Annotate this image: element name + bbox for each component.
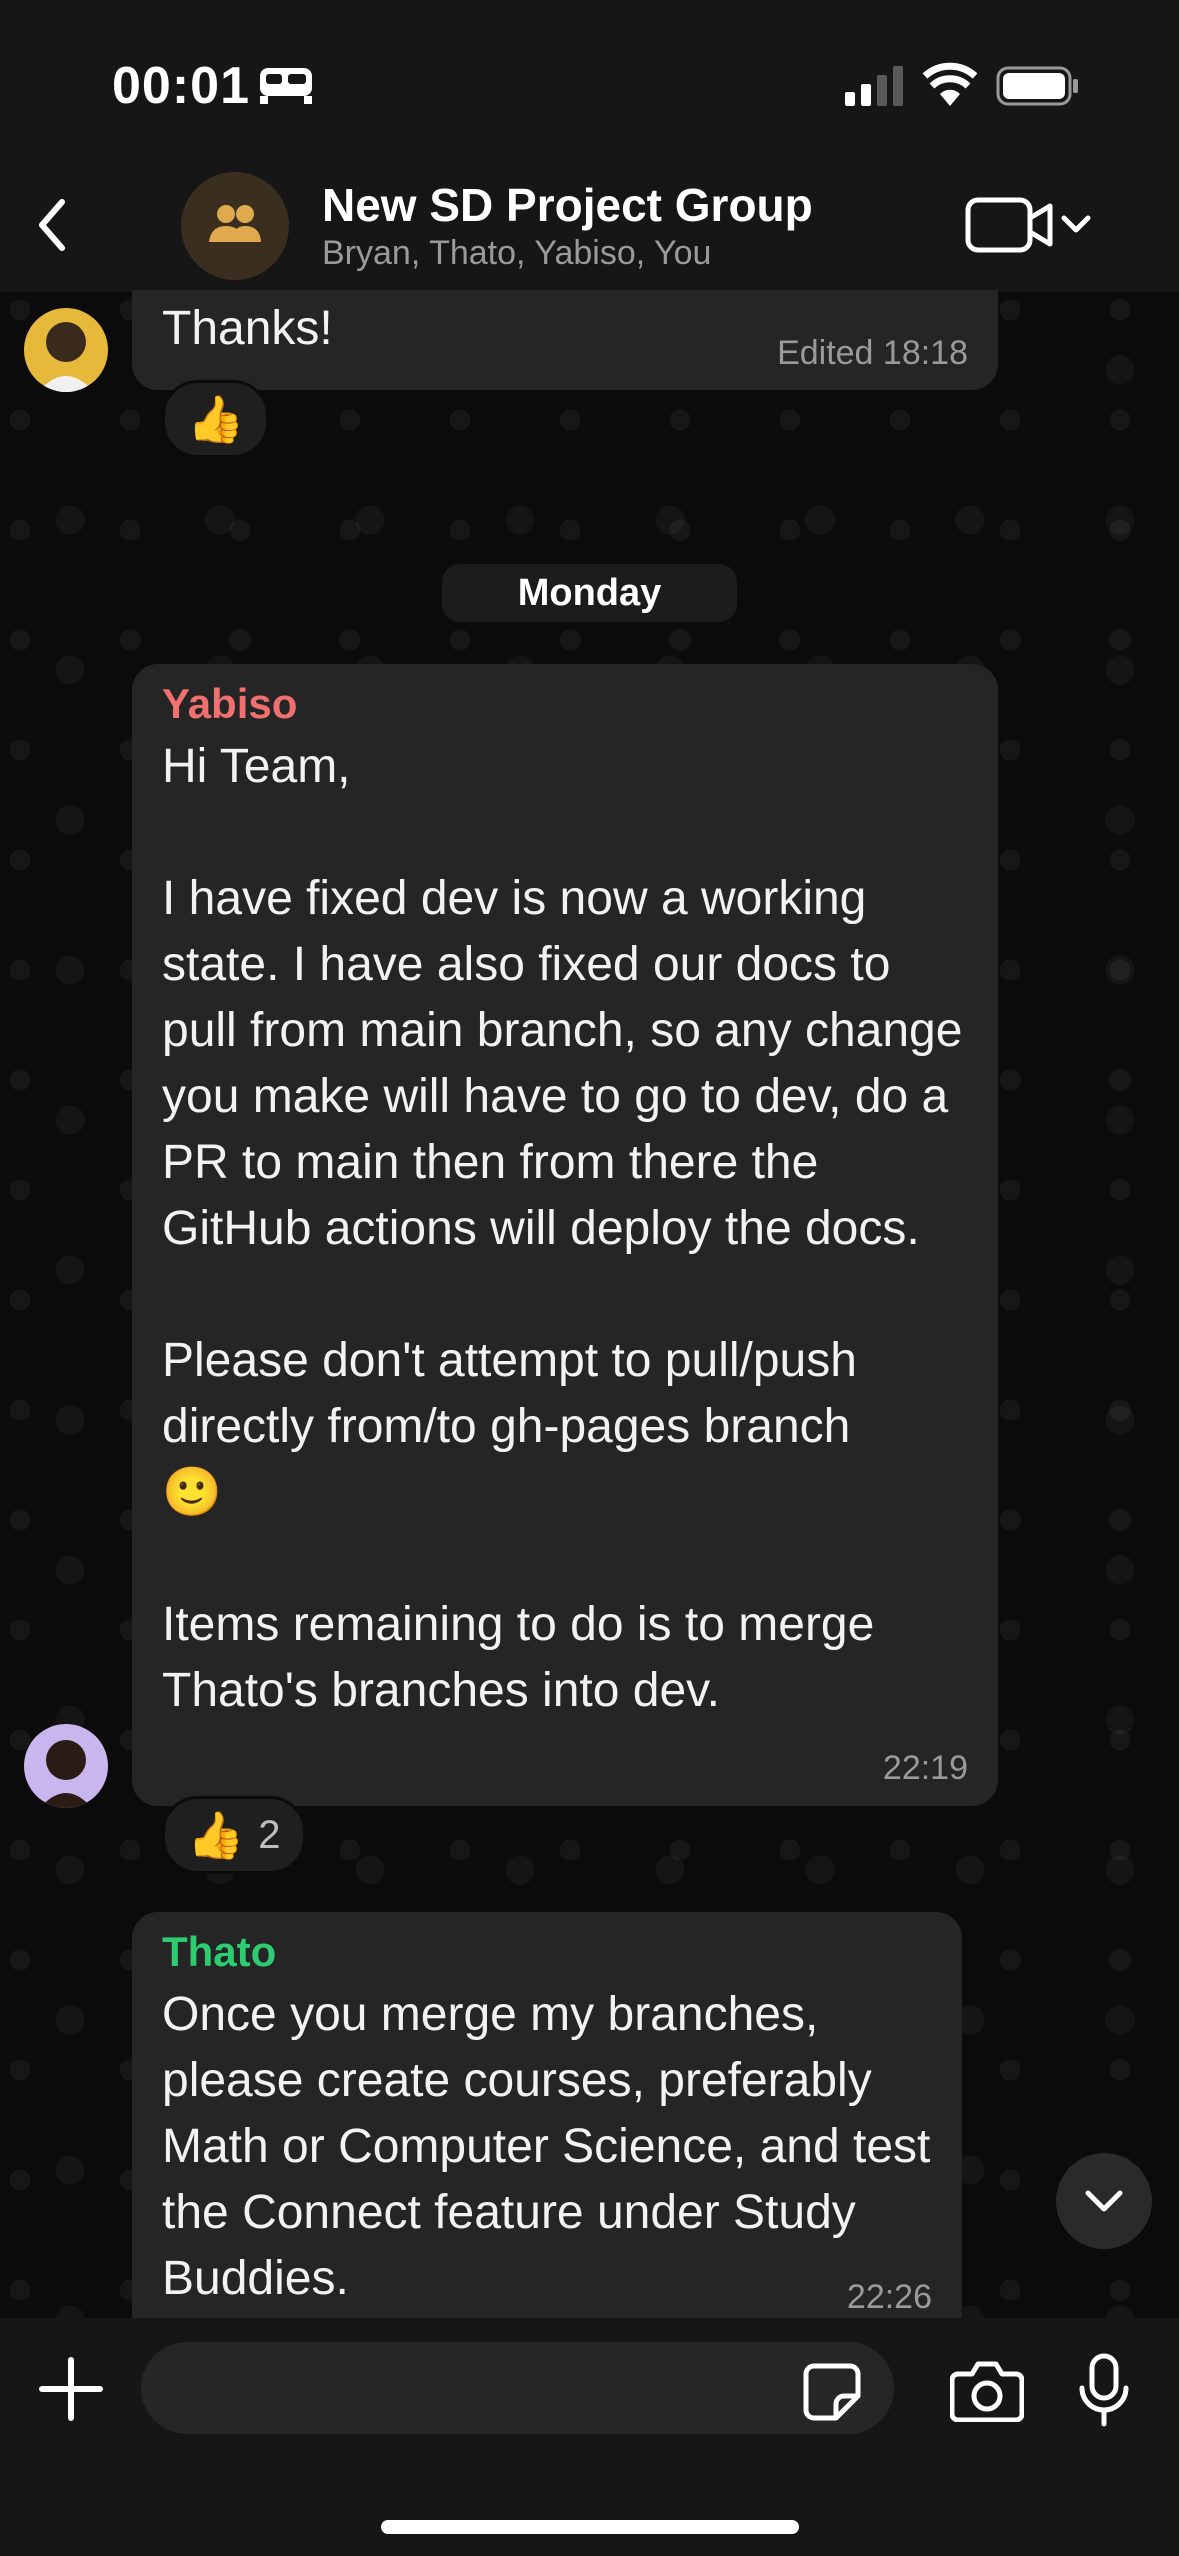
reaction-count: 2: [258, 1812, 281, 1857]
composer-bar: [0, 2318, 1179, 2556]
reaction-badge[interactable]: 👍: [162, 380, 270, 458]
group-members[interactable]: Bryan, Thato, Yabiso, You: [322, 234, 711, 273]
status-bar: 00:01: [0, 0, 1179, 160]
home-indicator: [381, 2520, 799, 2534]
message-timestamp: 22:19: [882, 1749, 968, 1787]
message-text: Hi Team, I have fixed dev is now a worki…: [162, 740, 963, 1717]
person-avatar-icon: [38, 322, 94, 392]
status-time: 00:01: [112, 57, 250, 115]
chevron-down-icon: [1085, 2190, 1123, 2212]
attach-button[interactable]: [36, 2354, 106, 2424]
group-avatar[interactable]: [181, 172, 289, 280]
message-timestamp: Edited 18:18: [777, 334, 968, 372]
message-text: Thanks!: [162, 302, 333, 355]
message-text: Once you merge my branches, please creat…: [162, 1988, 944, 2305]
sticker-button[interactable]: [802, 2362, 862, 2422]
scroll-to-bottom-button[interactable]: [1056, 2153, 1152, 2249]
avatar[interactable]: [24, 1724, 108, 1808]
sleep-focus-icon: [260, 68, 312, 104]
thumbs-up-icon: 👍: [187, 392, 245, 445]
reaction-badge[interactable]: 👍 2: [162, 1796, 306, 1874]
video-call-button[interactable]: [964, 190, 1104, 260]
microphone-button[interactable]: [1076, 2352, 1132, 2428]
message-bubble[interactable]: Thanks! Edited 18:18: [132, 290, 998, 390]
sender-name[interactable]: Thato: [162, 1924, 276, 1980]
message-input[interactable]: [141, 2342, 894, 2434]
day-divider: Monday: [442, 564, 737, 622]
group-name[interactable]: New SD Project Group: [322, 178, 813, 232]
battery-icon: [996, 66, 1078, 106]
camera-button[interactable]: [950, 2358, 1024, 2422]
message-timestamp: 22:26: [846, 2278, 932, 2316]
group-icon: [209, 205, 261, 242]
back-button[interactable]: [20, 190, 90, 260]
chat-header: New SD Project Group Bryan, Thato, Yabis…: [0, 160, 1179, 292]
person-avatar-icon: [40, 1740, 92, 1808]
message-bubble[interactable]: Yabiso Hi Team, I have fixed dev is now …: [132, 664, 998, 1806]
sender-name[interactable]: Yabiso: [162, 676, 297, 732]
message-bubble[interactable]: Thato Once you merge my branches, please…: [132, 1912, 962, 2322]
avatar[interactable]: [24, 308, 108, 392]
thumbs-up-icon: 👍: [187, 1808, 245, 1861]
cellular-signal-icon: [845, 66, 903, 106]
wifi-icon: [922, 62, 978, 106]
